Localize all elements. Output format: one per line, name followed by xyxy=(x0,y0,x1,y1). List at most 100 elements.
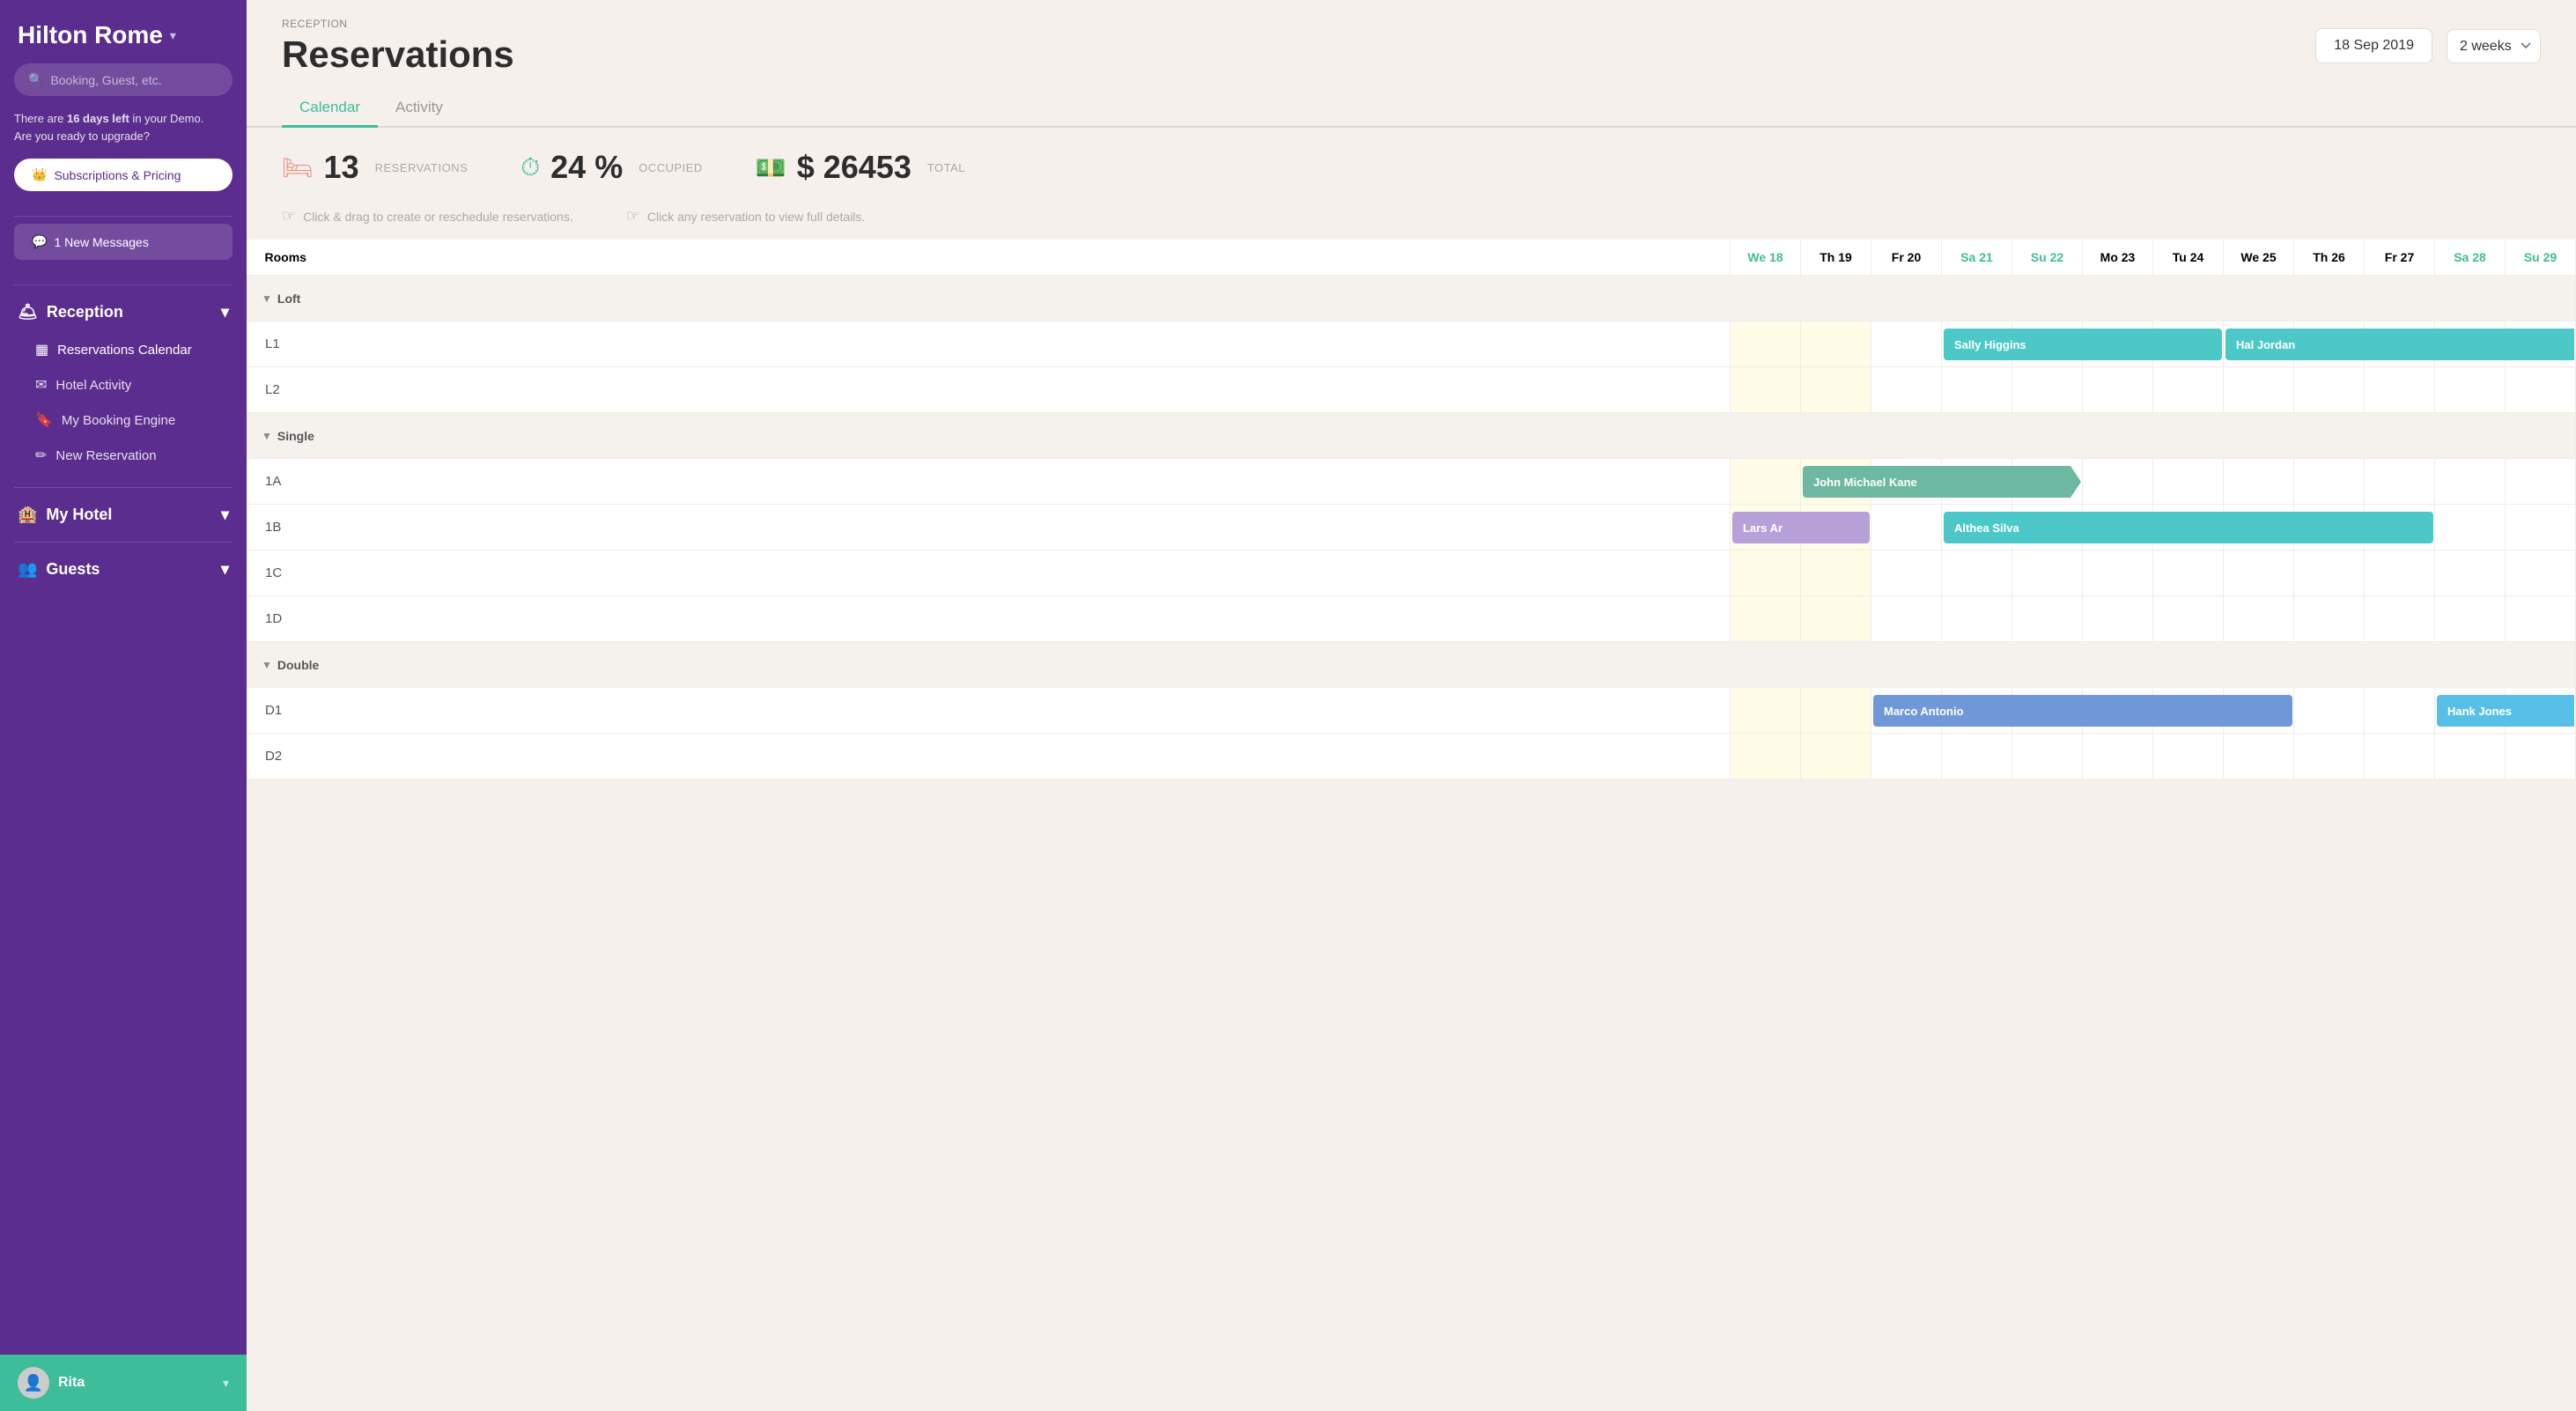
day-cell[interactable] xyxy=(2012,734,2083,779)
day-cell[interactable] xyxy=(2012,550,2083,596)
day-cell[interactable] xyxy=(2365,459,2435,505)
day-cell[interactable] xyxy=(2153,734,2224,779)
day-cell[interactable] xyxy=(2012,596,2083,642)
day-cell[interactable] xyxy=(2294,688,2365,734)
day-cell[interactable] xyxy=(2224,367,2294,413)
day-cell[interactable] xyxy=(2506,505,2576,550)
day-cell[interactable] xyxy=(1942,367,2012,413)
reservation-bar[interactable]: Marco Antonio xyxy=(1873,695,2292,727)
day-cell[interactable] xyxy=(1942,550,2012,596)
day-cell[interactable] xyxy=(1801,321,1871,367)
day-cell[interactable] xyxy=(1871,505,1942,550)
day-cell[interactable] xyxy=(2083,550,2153,596)
day-cell[interactable] xyxy=(1871,550,1942,596)
day-cell[interactable] xyxy=(1731,550,1801,596)
sidebar-item-new-reservation[interactable]: ✏ New Reservation xyxy=(0,438,247,473)
day-cell[interactable] xyxy=(1801,367,1871,413)
group-chevron-icon[interactable]: ▼ xyxy=(262,430,272,442)
day-cell[interactable] xyxy=(2506,367,2576,413)
day-cell[interactable] xyxy=(2294,734,2365,779)
day-cell[interactable]: Lars Ar xyxy=(1731,505,1801,550)
reservation-bar[interactable]: Hank Jones xyxy=(2437,695,2574,727)
day-cell[interactable] xyxy=(1731,596,1801,642)
day-cell[interactable]: Marco Antonio xyxy=(1871,688,1942,734)
day-cell[interactable] xyxy=(2224,596,2294,642)
day-cell[interactable] xyxy=(2294,596,2365,642)
group-chevron-icon[interactable]: ▼ xyxy=(262,659,272,671)
hotel-chevron-icon[interactable]: ▾ xyxy=(170,28,176,43)
day-cell[interactable] xyxy=(2012,367,2083,413)
day-cell[interactable] xyxy=(2506,596,2576,642)
day-cell[interactable] xyxy=(2153,459,2224,505)
reservation-bar[interactable]: Lars Ar xyxy=(1732,512,1870,543)
group-chevron-icon[interactable]: ▼ xyxy=(262,292,272,305)
search-bar[interactable]: 🔍 Booking, Guest, etc. xyxy=(14,63,233,96)
sidebar-item-reservations-calendar[interactable]: ▦ Reservations Calendar xyxy=(0,332,247,367)
col-su22: Su 22 xyxy=(2012,240,2083,276)
reservation-bar[interactable]: Hal Jordan xyxy=(2225,329,2574,360)
day-cell[interactable] xyxy=(2153,596,2224,642)
day-cell[interactable]: Althea Silva xyxy=(1942,505,2012,550)
day-cell[interactable] xyxy=(1871,321,1942,367)
day-cell[interactable] xyxy=(2153,367,2224,413)
day-cell[interactable] xyxy=(1801,550,1871,596)
day-cell[interactable] xyxy=(1801,688,1871,734)
day-cell[interactable] xyxy=(2083,734,2153,779)
reservation-bar[interactable]: John Michael Kane xyxy=(1803,466,2081,498)
reservation-bar[interactable]: Sally Higgins xyxy=(1944,329,2222,360)
day-cell[interactable] xyxy=(2294,367,2365,413)
day-cell[interactable] xyxy=(1801,734,1871,779)
day-cell[interactable] xyxy=(2435,367,2506,413)
day-cell[interactable] xyxy=(2365,367,2435,413)
tab-activity[interactable]: Activity xyxy=(378,90,461,128)
day-cell[interactable] xyxy=(2365,688,2435,734)
sidebar-item-hotel-activity[interactable]: ✉ Hotel Activity xyxy=(0,367,247,403)
day-cell[interactable] xyxy=(2506,459,2576,505)
day-cell[interactable] xyxy=(2224,459,2294,505)
day-cell[interactable] xyxy=(2224,550,2294,596)
date-picker-button[interactable]: 18 Sep 2019 xyxy=(2315,28,2432,63)
day-cell[interactable] xyxy=(1731,734,1801,779)
day-cell[interactable] xyxy=(2435,459,2506,505)
day-cell[interactable] xyxy=(1731,321,1801,367)
section-header-reception[interactable]: 🛎 Reception ▾ xyxy=(0,292,247,332)
day-cell[interactable] xyxy=(2365,596,2435,642)
day-cell[interactable] xyxy=(2294,459,2365,505)
day-cell[interactable]: Sally Higgins xyxy=(1942,321,2012,367)
user-menu[interactable]: 👤 Rita ▾ xyxy=(0,1355,247,1411)
day-cell[interactable] xyxy=(1871,367,1942,413)
day-cell[interactable] xyxy=(1871,734,1942,779)
day-cell[interactable] xyxy=(1731,688,1801,734)
day-cell[interactable] xyxy=(2083,596,2153,642)
day-cell[interactable] xyxy=(2294,550,2365,596)
day-cell[interactable] xyxy=(2083,367,2153,413)
view-select[interactable]: 2 weeks 1 week 1 month xyxy=(2447,29,2541,63)
tab-calendar[interactable]: Calendar xyxy=(282,90,378,128)
day-cell[interactable] xyxy=(1731,459,1801,505)
section-header-my-hotel[interactable]: 🏨 My Hotel ▾ xyxy=(0,495,247,535)
reservation-bar[interactable]: Althea Silva xyxy=(1944,512,2433,543)
day-cell[interactable] xyxy=(2224,734,2294,779)
sidebar-item-booking-engine[interactable]: 🔖 My Booking Engine xyxy=(0,403,247,438)
day-cell[interactable]: Hal Jordan xyxy=(2224,321,2294,367)
day-cell[interactable] xyxy=(2506,550,2576,596)
day-cell[interactable] xyxy=(1801,596,1871,642)
day-cell[interactable] xyxy=(2435,596,2506,642)
day-cell[interactable] xyxy=(2435,505,2506,550)
day-cell[interactable] xyxy=(1871,596,1942,642)
day-cell[interactable] xyxy=(1942,596,2012,642)
day-cell[interactable] xyxy=(1731,367,1801,413)
day-cell[interactable] xyxy=(2506,734,2576,779)
day-cell[interactable] xyxy=(1942,734,2012,779)
day-cell[interactable]: John Michael Kane xyxy=(1801,459,1871,505)
section-header-guests[interactable]: 👥 Guests ▾ xyxy=(0,550,247,589)
day-cell[interactable] xyxy=(2435,734,2506,779)
day-cell[interactable] xyxy=(2365,550,2435,596)
day-cell[interactable] xyxy=(2083,459,2153,505)
messages-button[interactable]: 💬 1 New Messages xyxy=(14,224,233,260)
day-cell[interactable] xyxy=(2153,550,2224,596)
day-cell[interactable] xyxy=(2435,550,2506,596)
upgrade-button[interactable]: 👑 Subscriptions & Pricing xyxy=(14,159,233,191)
day-cell[interactable] xyxy=(2365,734,2435,779)
day-cell[interactable]: Hank Jones xyxy=(2435,688,2506,734)
